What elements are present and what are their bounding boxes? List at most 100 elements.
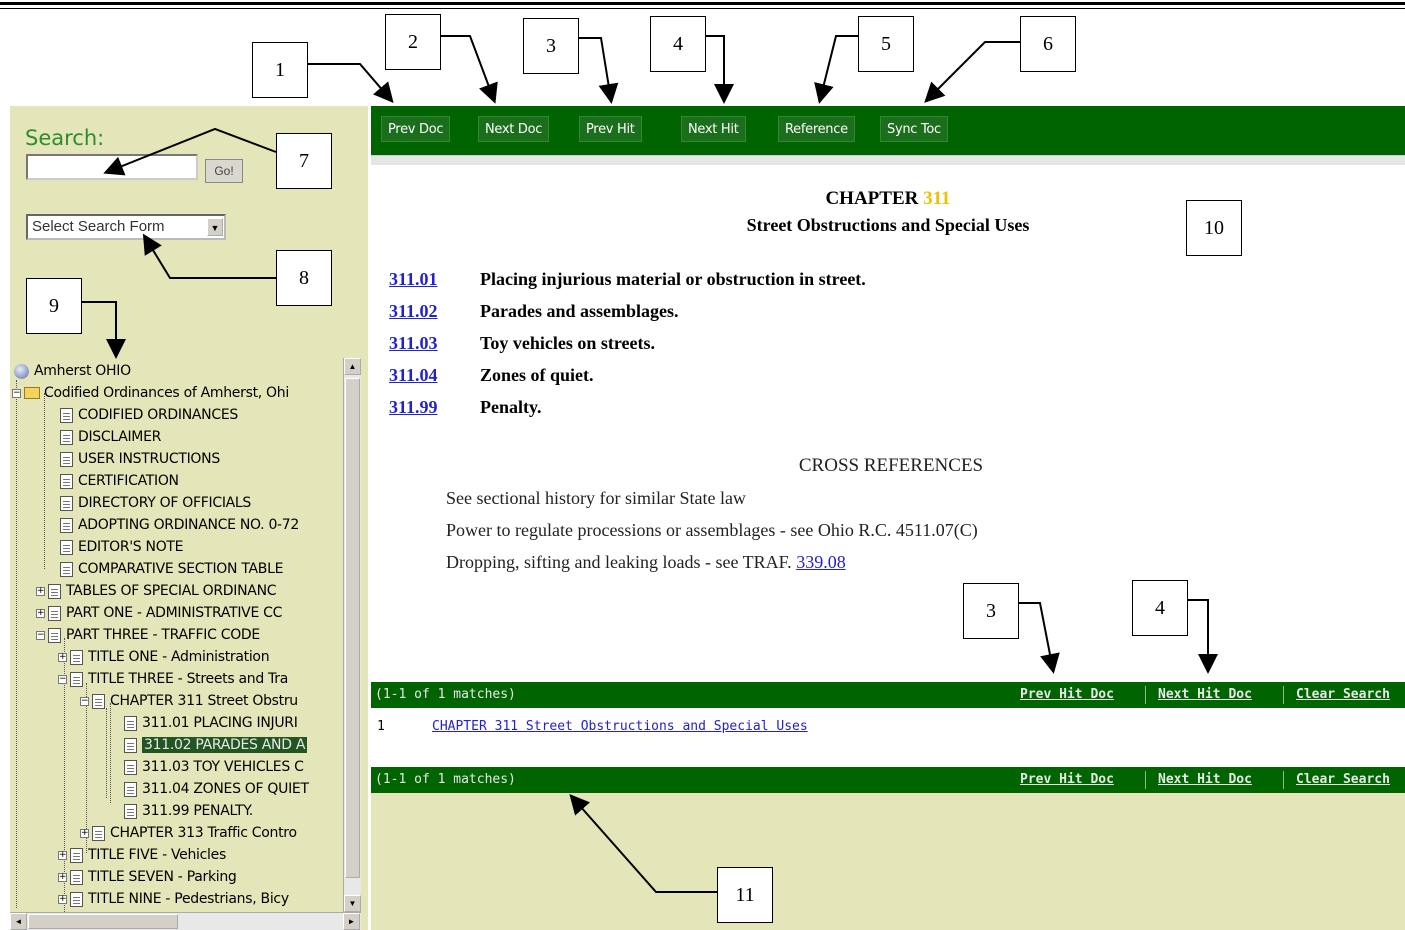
cross-reference: See sectional history for similar State … <box>446 488 746 508</box>
section-link[interactable]: 311.01 <box>389 269 480 290</box>
tree-line <box>44 393 45 569</box>
tree-item[interactable]: + TITLE SEVEN - Parking <box>58 866 237 888</box>
scroll-right-icon[interactable]: ► <box>343 913 360 930</box>
clear-search-link[interactable]: Clear Search <box>1296 687 1390 702</box>
tree-item[interactable]: + TITLE NINE - Pedestrians, Bicy <box>58 888 289 910</box>
collapse-icon[interactable]: − <box>12 388 21 398</box>
scroll-up-icon[interactable]: ▲ <box>344 358 361 375</box>
expand-icon[interactable]: + <box>58 894 67 904</box>
cross-references-heading: CROSS REFERENCES <box>798 455 984 476</box>
tree-item[interactable]: DIRECTORY OF OFFICIALS <box>60 492 251 514</box>
section-link[interactable]: 311.02 <box>389 301 480 322</box>
tree-item[interactable]: − CHAPTER 311 Street Obstru <box>80 690 298 712</box>
tree-item[interactable]: USER INSTRUCTIONS <box>60 448 220 470</box>
left-pane: Search: Go! Select Search Form ▼ Amherst… <box>10 106 368 930</box>
tree-item[interactable]: ADOPTING ORDINANCE NO. 0-72 <box>60 514 299 536</box>
tree-item[interactable]: EDITOR'S NOTE <box>60 536 184 558</box>
prev-hit-doc-link[interactable]: Prev Hit Doc <box>1020 687 1114 702</box>
tree-item[interactable]: + CHAPTER 313 Traffic Contro <box>80 822 297 844</box>
tree-item[interactable]: 311.99 PENALTY. <box>124 800 253 822</box>
search-input[interactable] <box>26 154 198 180</box>
arrow-6 <box>924 41 1020 103</box>
section-row: 311.02 Parades and assemblages. <box>389 301 679 322</box>
tree-item[interactable]: − PART THREE - TRAFFIC CODE <box>36 624 260 646</box>
hits-frame-background <box>371 793 1405 930</box>
cross-reference-link[interactable]: 339.08 <box>796 552 846 572</box>
expand-icon[interactable]: + <box>36 608 45 618</box>
tree-line <box>16 380 17 908</box>
section-title: Penalty. <box>480 397 542 417</box>
section-row: 311.03 Toy vehicles on streets. <box>389 333 655 354</box>
tree-item[interactable]: − Codified Ordinances of Amherst, Ohi <box>12 382 289 404</box>
tree-item[interactable]: COMPARATIVE SECTION TABLE <box>60 558 283 580</box>
tree-item[interactable]: − TITLE THREE - Streets and Tra <box>58 668 288 690</box>
prev-doc-button[interactable]: Prev Doc <box>381 116 451 142</box>
next-hit-doc-link[interactable]: Next Hit Doc <box>1158 772 1252 787</box>
prev-hit-doc-link[interactable]: Prev Hit Doc <box>1020 772 1114 787</box>
top-rule <box>0 2 1405 5</box>
tree-item-selected[interactable]: 311.02 PARADES AND A <box>124 734 308 756</box>
section-link[interactable]: 311.99 <box>389 397 480 418</box>
tree-root[interactable]: Amherst OHIO <box>14 360 131 382</box>
section-title: Toy vehicles on streets. <box>480 333 655 353</box>
document-icon <box>70 649 83 665</box>
expand-icon[interactable]: + <box>36 586 45 596</box>
tree-vertical-scrollbar[interactable]: ▲ ▼ <box>343 358 361 912</box>
dropdown-arrow-icon[interactable]: ▼ <box>207 218 223 236</box>
scroll-left-icon[interactable]: ◄ <box>10 913 27 930</box>
go-button[interactable]: Go! <box>205 159 243 183</box>
document-icon <box>124 715 137 731</box>
section-title: Zones of quiet. <box>480 365 594 385</box>
document-icon <box>70 671 83 687</box>
tree-item[interactable]: + PART ONE - ADMINISTRATIVE CC <box>36 602 282 624</box>
collapse-icon[interactable]: − <box>58 674 67 684</box>
globe-icon <box>14 363 29 379</box>
callout-8: 8 <box>276 250 332 306</box>
divider <box>1145 686 1146 704</box>
tree-item[interactable]: CODIFIED ORDINANCES <box>60 404 238 426</box>
tree-item[interactable]: + TABLES OF SPECIAL ORDINANC <box>36 580 277 602</box>
search-label: Search: <box>25 126 105 150</box>
section-link[interactable]: 311.04 <box>389 365 480 386</box>
folder-icon <box>24 387 40 399</box>
reference-button[interactable]: Reference <box>778 116 855 142</box>
scroll-down-icon[interactable]: ▼ <box>344 895 361 912</box>
prev-hit-button[interactable]: Prev Hit <box>579 116 642 142</box>
tree-item[interactable]: CERTIFICATION <box>60 470 179 492</box>
document-icon <box>48 583 61 599</box>
tree-item[interactable]: DISCLAIMER <box>60 426 161 448</box>
callout-11: 11 <box>717 867 773 923</box>
clear-search-link[interactable]: Clear Search <box>1296 772 1390 787</box>
document-icon <box>60 561 73 577</box>
tree-item[interactable]: 311.01 PLACING INJURI <box>124 712 298 734</box>
section-link[interactable]: 311.03 <box>389 333 480 354</box>
tree-item[interactable]: + TITLE ONE - Administration <box>58 646 270 668</box>
collapse-icon[interactable]: − <box>36 630 45 640</box>
result-link[interactable]: CHAPTER 311 Street Obstructions and Spec… <box>432 719 808 734</box>
document-icon <box>70 847 83 863</box>
collapse-icon[interactable]: − <box>80 696 89 706</box>
tree-item[interactable]: + TITLE FIVE - Vehicles <box>58 844 226 866</box>
arrow-5 <box>814 35 858 104</box>
expand-icon[interactable]: + <box>58 652 67 662</box>
sync-toc-button[interactable]: Sync Toc <box>880 116 948 142</box>
section-row: 311.01 Placing injurious material or obs… <box>389 269 866 290</box>
expand-icon[interactable]: + <box>80 828 89 838</box>
tree-line <box>106 708 107 798</box>
expand-icon[interactable]: + <box>58 872 67 882</box>
expand-icon[interactable]: + <box>58 850 67 860</box>
scroll-thumb[interactable] <box>345 378 360 878</box>
search-form-select[interactable]: Select Search Form ▼ <box>26 214 226 240</box>
toc-tree: Amherst OHIO − Codified Ordinances of Am… <box>10 358 368 930</box>
tree-item[interactable]: 311.04 ZONES OF QUIET <box>124 778 309 800</box>
match-count: (1-1 of 1 matches) <box>375 687 516 702</box>
callout-4-bottom: 4 <box>1132 580 1188 636</box>
tree-item[interactable]: 311.03 TOY VEHICLES C <box>124 756 304 778</box>
next-hit-button[interactable]: Next Hit <box>681 116 746 142</box>
next-hit-doc-link[interactable]: Next Hit Doc <box>1158 687 1252 702</box>
scroll-thumb[interactable] <box>28 914 178 929</box>
section-row: 311.99 Penalty. <box>389 397 542 418</box>
next-doc-button[interactable]: Next Doc <box>478 116 550 142</box>
search-form-select-value: Select Search Form <box>32 218 165 235</box>
tree-horizontal-scrollbar[interactable]: ◄ ► <box>10 912 361 930</box>
